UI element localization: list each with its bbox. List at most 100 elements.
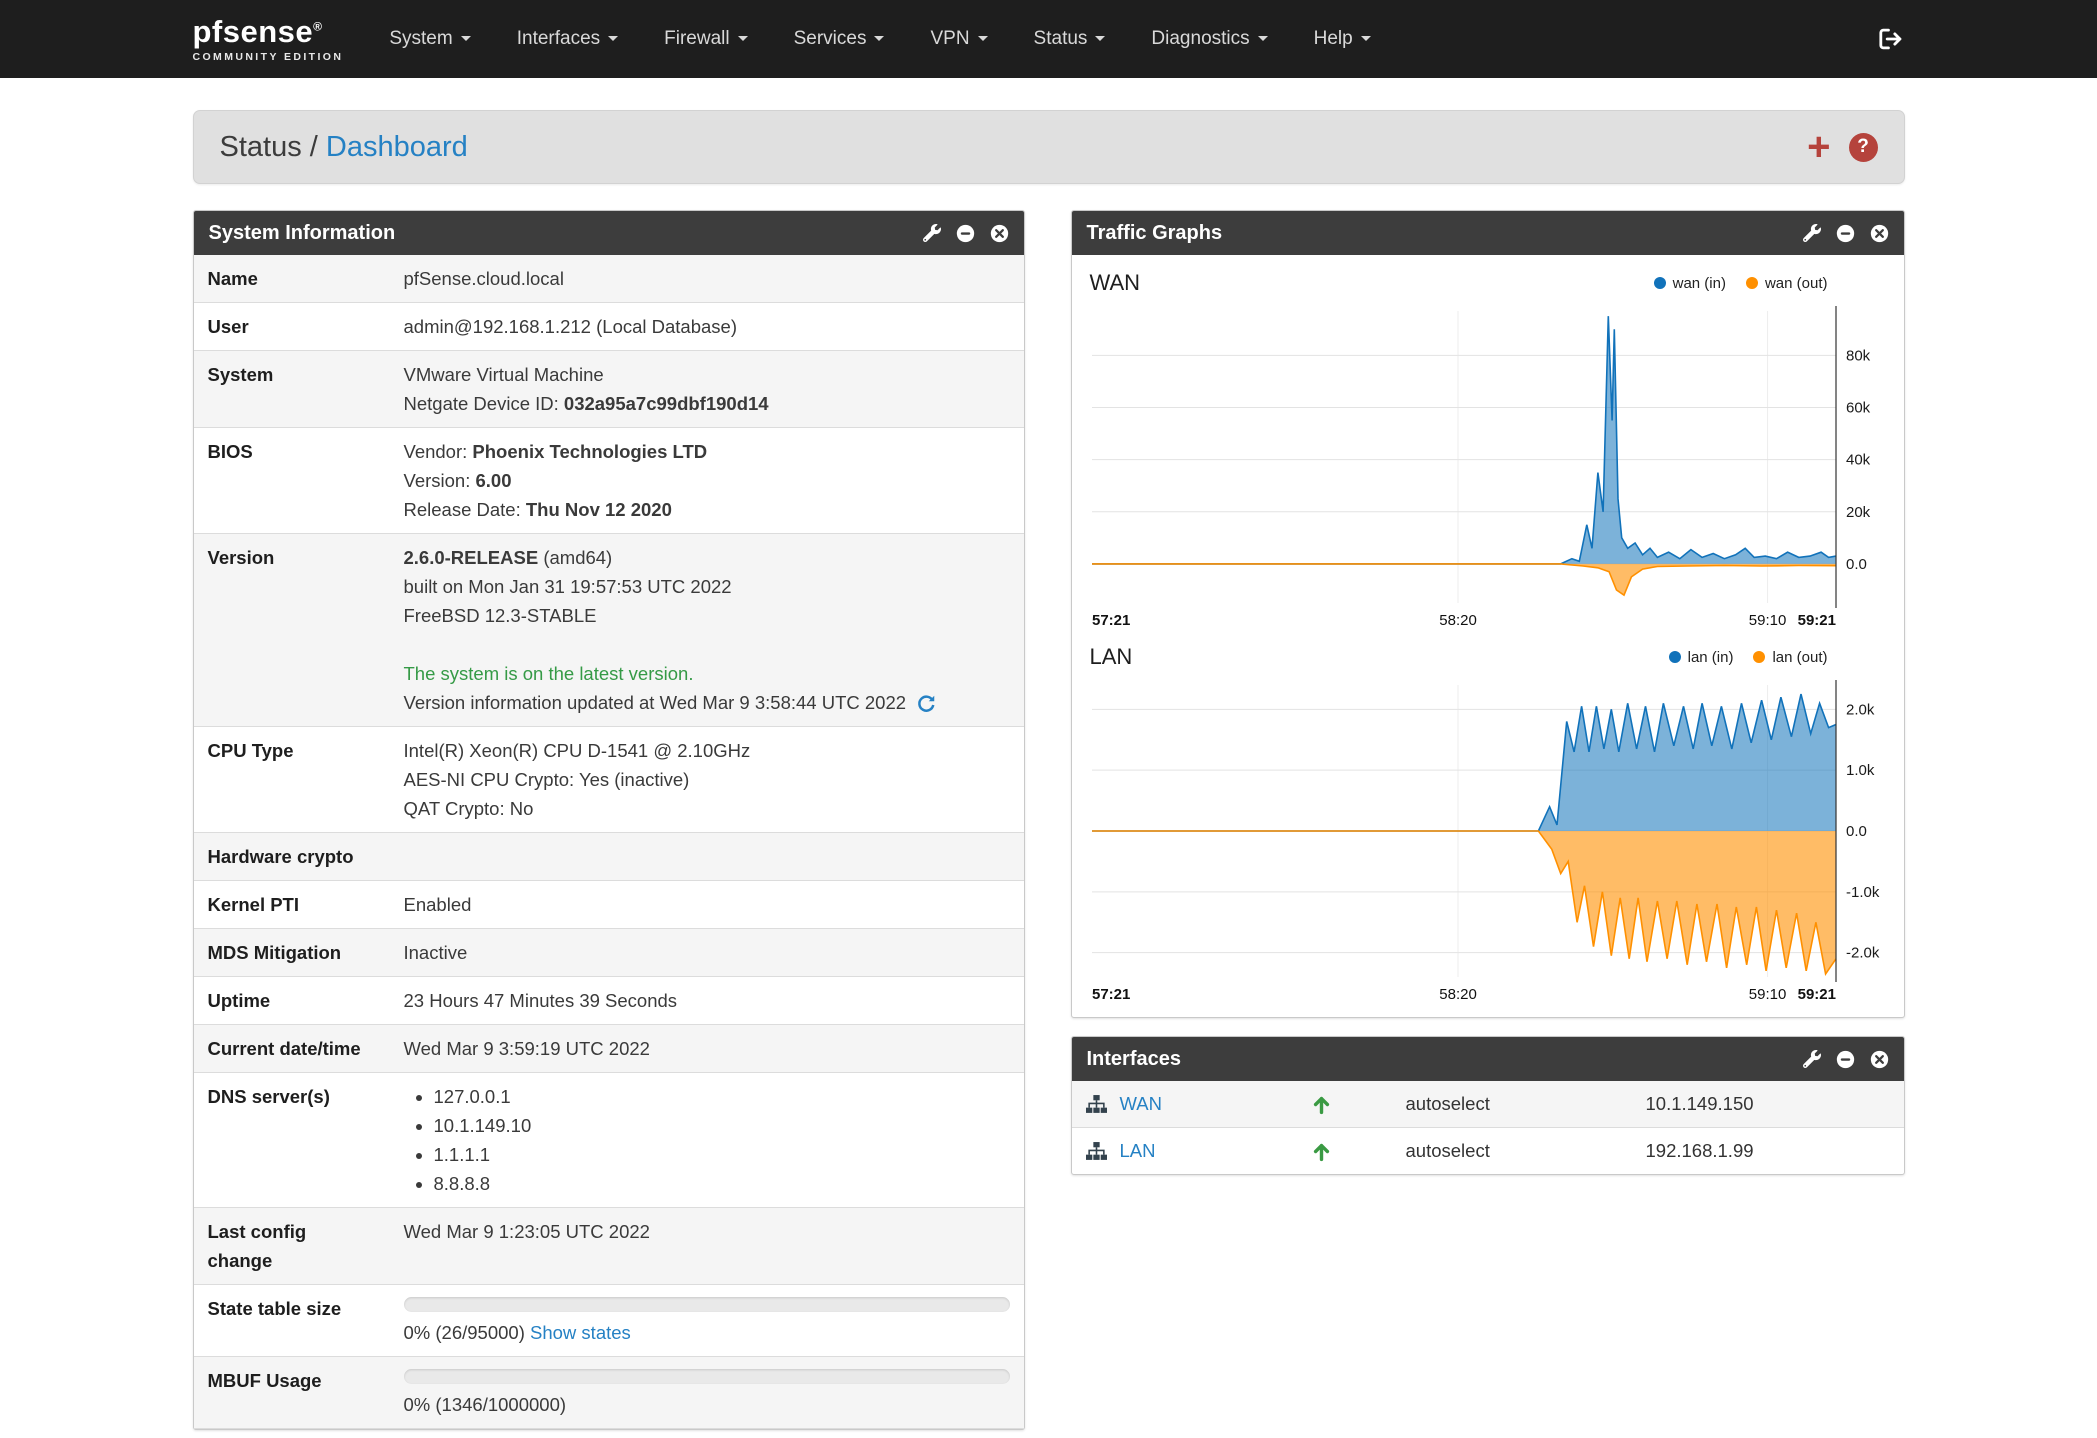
mbuf-progressbar: [404, 1369, 1010, 1384]
interface-ip: 192.168.1.99: [1646, 1140, 1890, 1162]
lan-traffic-graph: LAN lan (in) lan (out) 2.0k1.0k0.0-1.0k-…: [1086, 641, 1890, 1005]
show-states-link[interactable]: Show states: [530, 1322, 631, 1343]
network-icon: [1086, 1142, 1107, 1161]
svg-text:80k: 80k: [1846, 347, 1871, 364]
netgate-device-id: 032a95a7c99dbf190d14: [564, 393, 769, 414]
legend-dot-lan-in: [1669, 651, 1681, 663]
svg-text:58:20: 58:20: [1439, 612, 1477, 629]
interface-link-lan[interactable]: LAN: [1120, 1140, 1156, 1162]
interfaces-panel: Interfaces WAN autoselect 10.1.149.150: [1071, 1036, 1905, 1175]
dns-server: 127.0.0.1: [434, 1082, 1010, 1111]
dns-server: 8.8.8.8: [434, 1169, 1010, 1198]
dns-server: 10.1.149.10: [434, 1111, 1010, 1140]
svg-text:-1.0k: -1.0k: [1846, 884, 1880, 901]
add-widget-icon[interactable]: +: [1807, 127, 1830, 167]
svg-text:1.0k: 1.0k: [1846, 762, 1875, 779]
row-current-datetime: Current date/time Wed Mar 9 3:59:19 UTC …: [194, 1025, 1024, 1073]
interface-ip: 10.1.149.150: [1646, 1093, 1890, 1115]
state-table-progressbar: [404, 1297, 1010, 1312]
status-up-icon: [1311, 1094, 1332, 1115]
row-name: Name pfSense.cloud.local: [194, 255, 1024, 303]
svg-text:58:20: 58:20: [1439, 986, 1477, 1003]
nav-item-system[interactable]: System: [389, 28, 470, 50]
close-icon[interactable]: [1870, 224, 1889, 243]
wrench-icon[interactable]: [923, 224, 941, 242]
chevron-down-icon: [608, 36, 618, 41]
chevron-down-icon: [1361, 36, 1371, 41]
nav-item-status[interactable]: Status: [1034, 28, 1106, 50]
svg-text:59:10: 59:10: [1748, 612, 1786, 629]
minimize-icon[interactable]: [956, 224, 975, 243]
wan-traffic-graph: WAN wan (in) wan (out) 80k60k40k20k0.057…: [1086, 267, 1890, 631]
nav-item-help[interactable]: Help: [1314, 28, 1371, 50]
traffic-graphs-panel: Traffic Graphs WAN wan (in) wan (out): [1071, 210, 1905, 1018]
row-uptime: Uptime 23 Hours 47 Minutes 39 Seconds: [194, 977, 1024, 1025]
svg-text:2.0k: 2.0k: [1846, 701, 1875, 718]
nav-item-services[interactable]: Services: [794, 28, 885, 50]
svg-text:57:21: 57:21: [1092, 986, 1130, 1003]
row-hardware-crypto: Hardware crypto: [194, 833, 1024, 881]
chevron-down-icon: [738, 36, 748, 41]
chevron-down-icon: [1258, 36, 1268, 41]
nav-item-diagnostics[interactable]: Diagnostics: [1151, 28, 1267, 50]
svg-text:57:21: 57:21: [1092, 612, 1130, 629]
system-information-panel: System Information Name pfSense.cloud.lo…: [193, 210, 1025, 1430]
top-navbar: pfsense® COMMUNITY EDITION System Interf…: [0, 0, 2097, 78]
brand-subtitle: COMMUNITY EDITION: [193, 51, 344, 63]
interface-media: autoselect: [1406, 1093, 1646, 1115]
panel-title-system-information: System Information: [209, 222, 396, 245]
nav-item-vpn[interactable]: VPN: [930, 28, 987, 50]
interface-row-wan: WAN autoselect 10.1.149.150: [1072, 1081, 1904, 1128]
svg-text:59:21: 59:21: [1797, 986, 1835, 1003]
registered-mark: ®: [313, 19, 322, 33]
legend-dot-wan-out: [1746, 277, 1758, 289]
nav-item-interfaces[interactable]: Interfaces: [517, 28, 618, 50]
minimize-icon[interactable]: [1836, 224, 1855, 243]
refresh-icon[interactable]: [916, 693, 936, 713]
dns-server-list: 127.0.0.1 10.1.149.10 1.1.1.1 8.8.8.8: [412, 1082, 1010, 1198]
interface-row-lan: LAN autoselect 192.168.1.99: [1072, 1128, 1904, 1174]
dns-server: 1.1.1.1: [434, 1140, 1010, 1169]
row-state-table-size: State table size 0% (26/95000) Show stat…: [194, 1285, 1024, 1357]
row-cpu-type: CPU Type Intel(R) Xeon(R) CPU D-1541 @ 2…: [194, 727, 1024, 833]
wrench-icon[interactable]: [1803, 224, 1821, 242]
lan-graph-legend: lan (in) lan (out): [1669, 649, 1886, 666]
close-icon[interactable]: [990, 224, 1009, 243]
help-icon[interactable]: ?: [1849, 133, 1878, 162]
row-user: User admin@192.168.1.212 (Local Database…: [194, 303, 1024, 351]
wan-graph-legend: wan (in) wan (out): [1654, 275, 1886, 292]
chevron-down-icon: [1095, 36, 1105, 41]
interface-link-wan[interactable]: WAN: [1120, 1093, 1162, 1115]
svg-text:0.0: 0.0: [1846, 556, 1867, 573]
svg-text:40k: 40k: [1846, 452, 1871, 469]
panel-title-traffic-graphs: Traffic Graphs: [1087, 222, 1223, 245]
svg-text:59:21: 59:21: [1797, 612, 1835, 629]
chevron-down-icon: [461, 36, 471, 41]
breadcrumb-separator: /: [302, 131, 326, 163]
close-icon[interactable]: [1870, 1050, 1889, 1069]
interfaces-table: WAN autoselect 10.1.149.150 LAN autosele…: [1072, 1081, 1904, 1174]
system-information-table: Name pfSense.cloud.local User admin@192.…: [194, 255, 1024, 1429]
panel-title-interfaces: Interfaces: [1087, 1048, 1182, 1071]
breadcrumb-page[interactable]: Dashboard: [326, 131, 468, 163]
svg-text:59:10: 59:10: [1748, 986, 1786, 1003]
row-kernel-pti: Kernel PTI Enabled: [194, 881, 1024, 929]
row-version: Version 2.6.0-RELEASE (amd64) built on M…: [194, 534, 1024, 727]
network-icon: [1086, 1095, 1107, 1114]
nav-item-firewall[interactable]: Firewall: [664, 28, 747, 50]
status-up-icon: [1311, 1141, 1332, 1162]
svg-text:60k: 60k: [1846, 399, 1871, 416]
breadcrumb: Status / Dashboard + ?: [193, 110, 1905, 184]
breadcrumb-section: Status: [220, 131, 302, 163]
minimize-icon[interactable]: [1836, 1050, 1855, 1069]
row-mds-mitigation: MDS Mitigation Inactive: [194, 929, 1024, 977]
wrench-icon[interactable]: [1803, 1050, 1821, 1068]
row-system: System VMware Virtual Machine Netgate De…: [194, 351, 1024, 428]
brand-name: pfsense: [193, 14, 314, 49]
pfsense-logo[interactable]: pfsense® COMMUNITY EDITION: [193, 16, 344, 63]
row-dns-servers: DNS server(s) 127.0.0.1 10.1.149.10 1.1.…: [194, 1073, 1024, 1208]
legend-dot-lan-out: [1753, 651, 1765, 663]
interface-media: autoselect: [1406, 1140, 1646, 1162]
version-release: 2.6.0-RELEASE: [404, 547, 539, 568]
logout-icon[interactable]: [1877, 26, 1905, 52]
